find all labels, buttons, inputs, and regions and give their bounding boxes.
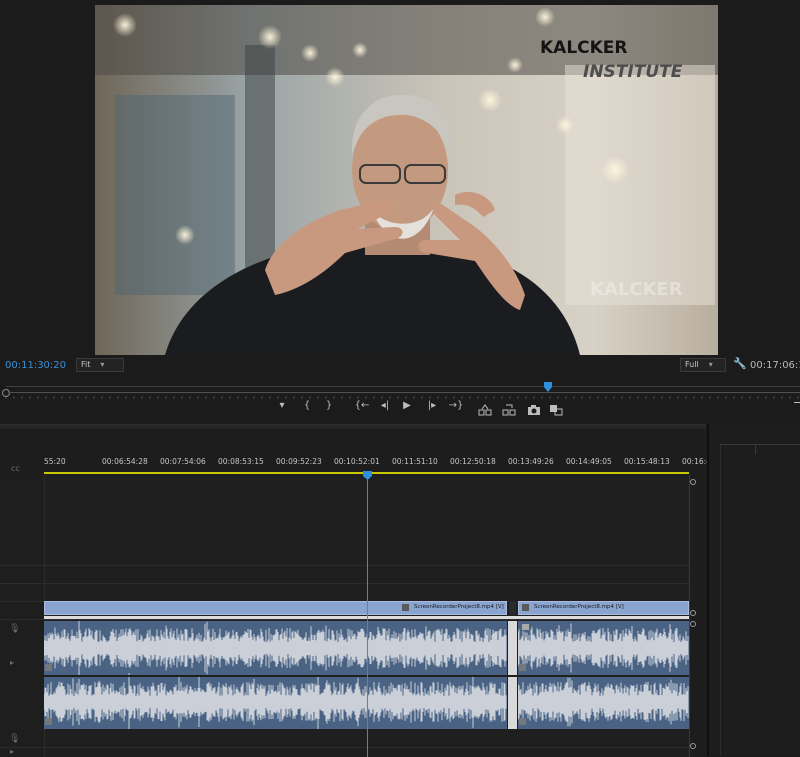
fx-badge-icon: [402, 604, 409, 611]
timeline-playhead[interactable]: [363, 465, 372, 484]
ruler-label: 00:12:50:18: [450, 457, 496, 466]
video-image: KALCKER KALCKER INSTITUTE: [95, 5, 718, 355]
compare-icon[interactable]: [549, 401, 563, 420]
scroll-handle-top[interactable]: [690, 479, 696, 485]
wrench-icon[interactable]: 🔧: [733, 357, 747, 370]
ruler-label: 00:11:51:10: [392, 457, 438, 466]
zoom-handle-left[interactable]: [2, 389, 10, 397]
track-divider: [0, 747, 689, 748]
clip-label: ScreenRecorderProject8.mp4 [V]: [414, 604, 504, 610]
clip-label: ScreenRecorderProject8.mp4 [V]: [534, 604, 624, 610]
clip-gap: [509, 601, 516, 615]
quality-dropdown[interactable]: Full ▾: [680, 358, 726, 372]
panel-divider: [720, 444, 800, 445]
expand-arrow-icon[interactable]: ▸: [10, 658, 14, 667]
scroll-handle-bottom[interactable]: [690, 743, 696, 749]
duration-timecode: 00:17:06:1: [750, 360, 800, 371]
ruler-label: 55:20: [44, 457, 66, 466]
ruler-label: 00:13:49:26: [508, 457, 554, 466]
side-panel: [707, 424, 800, 756]
ruler-label: 00:10:52:01: [334, 457, 380, 466]
transport-bar: ▾ { } {← ◂| ▶ |▸ →}: [0, 399, 800, 417]
marker-icon[interactable]: ▾: [274, 399, 290, 413]
fx-badge-icon: [519, 718, 526, 725]
scroll-handle-bottom[interactable]: [690, 610, 696, 616]
extract-icon[interactable]: [502, 401, 516, 420]
ruler-label: 00:08:53:15: [218, 457, 264, 466]
step-back-icon[interactable]: ◂|: [377, 399, 393, 413]
panel-divider: [755, 444, 756, 454]
panel-divider: [720, 445, 721, 756]
video-clip[interactable]: ScreenRecorderProject8.mp4 [V]: [44, 601, 507, 615]
ruler-label: 00:09:52:23: [276, 457, 322, 466]
ruler-label: 00:07:54:06: [160, 457, 206, 466]
track-divider: [0, 583, 689, 584]
vertical-scrollbar-track[interactable]: [689, 475, 690, 757]
panel-menu-icon[interactable]: [794, 402, 800, 403]
lift-icon[interactable]: [478, 401, 492, 420]
brand-line-2: INSTITUTE: [583, 62, 683, 82]
ruler-label: 00:14:49:05: [566, 457, 612, 466]
camera-icon[interactable]: [527, 401, 541, 420]
go-to-out-icon[interactable]: →}: [446, 399, 466, 413]
monitor-playhead[interactable]: [544, 377, 552, 396]
zoom-bar[interactable]: [8, 392, 800, 393]
watermark-text: KALCKER: [590, 279, 683, 300]
fx-badge-icon: [45, 664, 52, 671]
fit-dropdown[interactable]: Fit ▾: [76, 358, 124, 372]
chevron-down-icon: ▾: [100, 360, 105, 369]
fx-badge-icon: [522, 604, 529, 611]
mark-out-icon[interactable]: }: [321, 399, 337, 413]
current-timecode[interactable]: 00:11:30:20: [5, 360, 66, 371]
timeline-playhead-line: [367, 475, 368, 757]
fit-value: Fit: [81, 360, 91, 369]
fx-badge-icon: [522, 624, 529, 630]
scroll-handle-top[interactable]: [690, 621, 696, 627]
track-divider: [0, 565, 689, 566]
mark-in-icon[interactable]: {: [299, 399, 315, 413]
video-clip[interactable]: ScreenRecorderProject8.mp4 [V]: [518, 601, 689, 615]
fx-badge-icon: [45, 718, 52, 725]
fx-badge-icon: [519, 664, 526, 671]
timeline-panel: cc 55:20 00:06:54:28 00:07:54:06 00:08:53:1…: [0, 424, 718, 757]
expand-arrow-icon[interactable]: ▸: [10, 747, 14, 756]
ruler-label: 00:06:54:28: [102, 457, 148, 466]
microphone-icon[interactable]: 🎙: [9, 624, 20, 634]
program-monitor: KALCKER KALCKER INSTITUTE 00:11:30:20 Fi…: [0, 0, 800, 416]
step-forward-icon[interactable]: |▸: [424, 399, 440, 413]
go-to-in-icon[interactable]: {←: [352, 399, 372, 413]
chevron-down-icon: ▾: [708, 360, 713, 369]
track-divider: [0, 619, 689, 620]
microphone-icon[interactable]: 🎙: [9, 734, 20, 744]
play-icon[interactable]: ▶: [399, 399, 415, 413]
time-ruler[interactable]: 55:20 00:06:54:28 00:07:54:06 00:08:53:15 00…: [0, 425, 718, 475]
quality-value: Full: [685, 360, 699, 369]
brand-line-1: KALCKER: [540, 38, 628, 58]
ruler-label: 00:15:48:13: [624, 457, 670, 466]
video-frame[interactable]: KALCKER KALCKER INSTITUTE: [95, 5, 718, 355]
track-headers: [0, 475, 45, 757]
